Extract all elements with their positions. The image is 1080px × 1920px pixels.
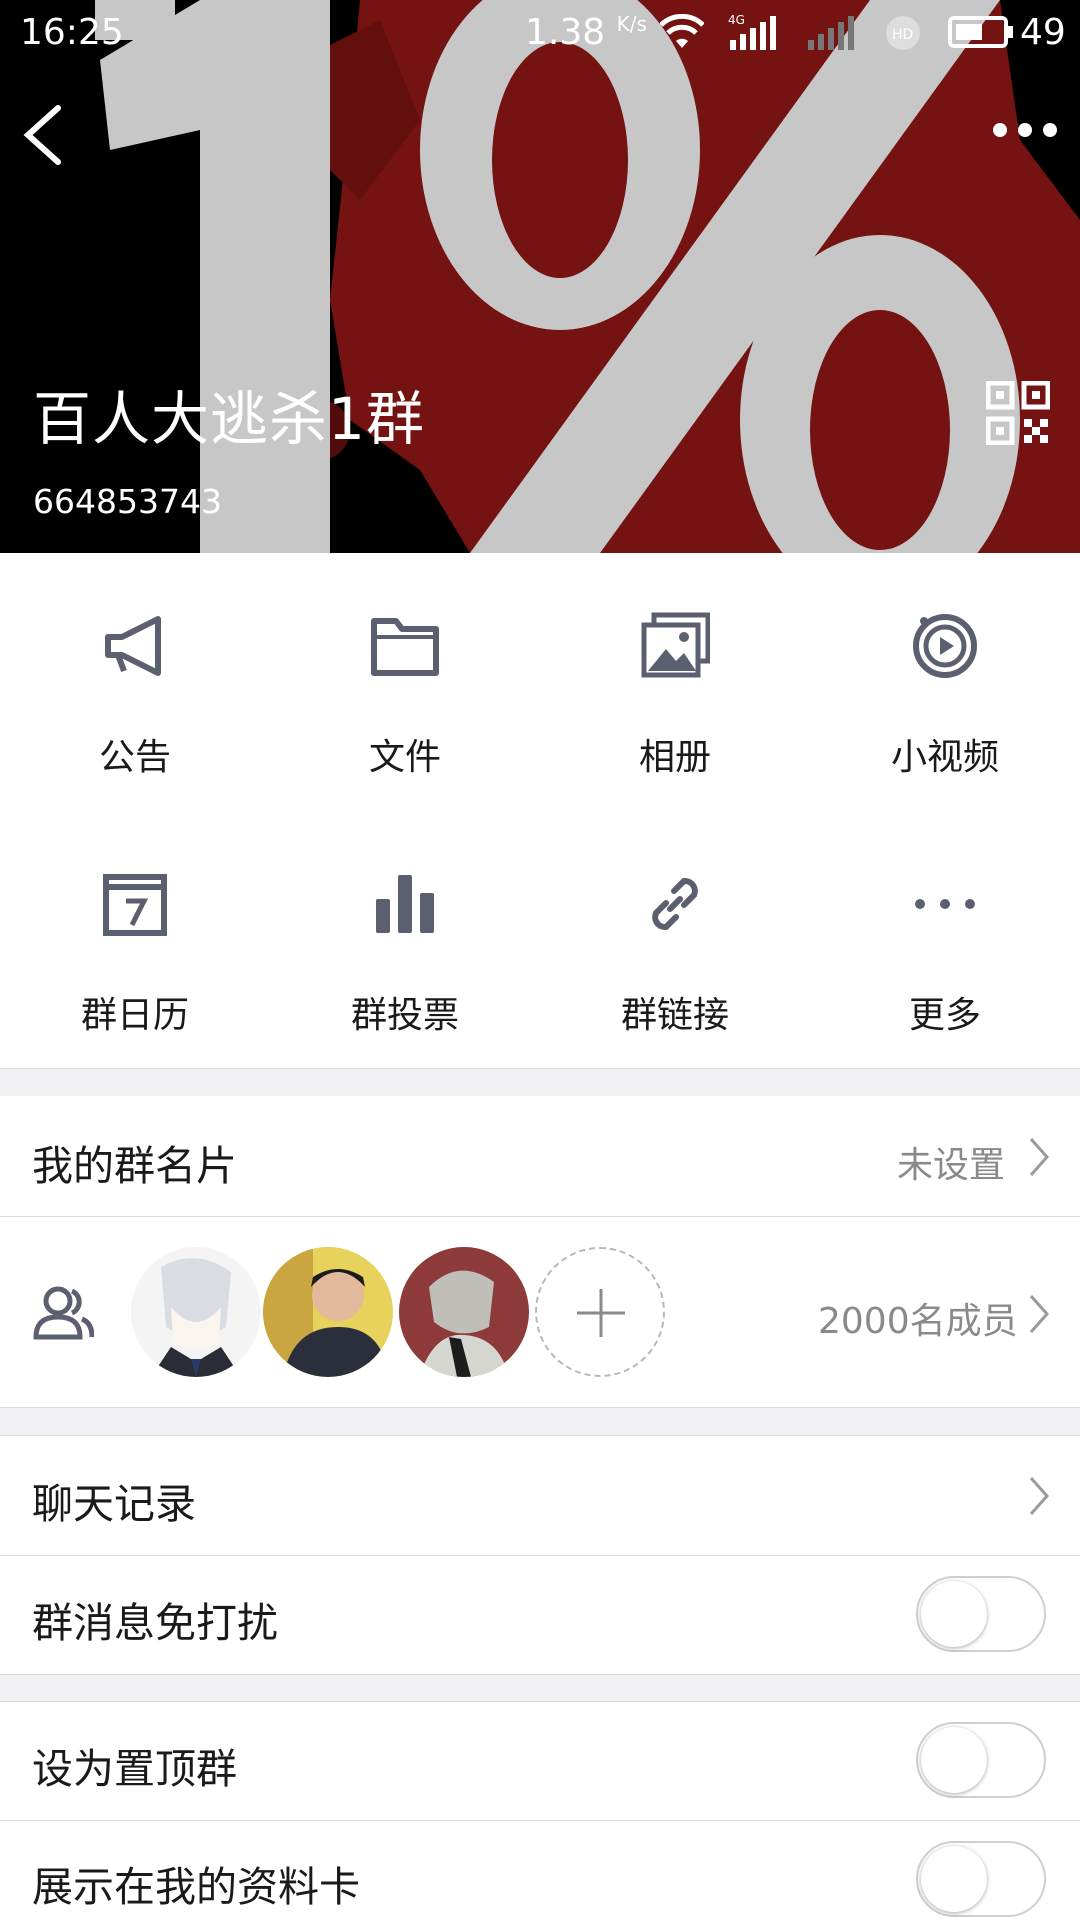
toggle-knob <box>921 1846 987 1912</box>
avatar[interactable] <box>131 1247 261 1377</box>
tool-label: 群日历 <box>80 995 189 1036</box>
more-dots-icon <box>915 899 975 909</box>
show-on-profile-label: 展示在我的资料卡 <box>32 1863 360 1911</box>
wifi-icon <box>660 14 704 48</box>
pin-top-toggle[interactable] <box>916 1722 1046 1798</box>
member-avatar-2 <box>263 1247 393 1377</box>
avatar[interactable] <box>399 1247 529 1377</box>
chevron-right-icon <box>1029 1138 1050 1176</box>
tool-label: 小视频 <box>890 737 999 778</box>
tool-files[interactable]: 文件 <box>270 553 540 778</box>
battery-level: 49 <box>1020 12 1066 53</box>
group-tools-grid: 公告 文件 相册 小视频 群日历 群投票 群链接 更多 <box>0 553 1080 1069</box>
tool-label: 群链接 <box>620 995 729 1036</box>
hd-icon: HD <box>886 16 920 50</box>
signal-empty-icon <box>808 16 854 50</box>
group-id: 664853743 <box>33 482 222 521</box>
mute-label: 群消息免打扰 <box>32 1599 278 1647</box>
group-cover-image <box>0 0 1080 553</box>
photo-album-icon <box>641 612 710 678</box>
members-icon <box>33 1286 94 1340</box>
group-header: 16:25 1.38 K/s 4G HD 49 百人大逃杀1群 66485374… <box>0 0 1080 553</box>
show-on-profile-row: 展示在我的资料卡 <box>0 1821 1080 1920</box>
folder-icon <box>371 618 439 676</box>
tool-short-video[interactable]: 小视频 <box>810 553 1080 778</box>
tool-label: 群投票 <box>350 995 459 1036</box>
chat-history-label: 聊天记录 <box>32 1480 196 1528</box>
member-avatar-3 <box>399 1247 529 1377</box>
add-member-button[interactable] <box>535 1247 665 1377</box>
pin-top-row: 设为置顶群 <box>0 1702 1080 1820</box>
qr-code-button[interactable] <box>985 380 1051 446</box>
divider <box>0 1674 1080 1675</box>
toggle-knob <box>921 1727 987 1793</box>
my-group-card-row[interactable]: 我的群名片 未设置 <box>0 1096 1080 1216</box>
calendar-icon <box>103 874 167 936</box>
mute-row: 群消息免打扰 <box>0 1556 1080 1674</box>
divider <box>0 1407 1080 1408</box>
more-button[interactable] <box>990 110 1060 150</box>
svg-text:HD: HD <box>892 27 913 43</box>
show-on-profile-toggle[interactable] <box>916 1841 1046 1917</box>
back-arrow-icon <box>23 105 61 165</box>
member-count: 2000名成员 <box>818 1301 1018 1342</box>
link-icon <box>652 878 698 930</box>
chevron-right-icon <box>1029 1477 1050 1515</box>
net-speed-value: 1.38 <box>525 12 606 53</box>
bar-chart-icon <box>376 875 434 933</box>
tool-album[interactable]: 相册 <box>540 553 810 778</box>
member-avatar-1 <box>131 1247 261 1377</box>
tool-label: 公告 <box>98 737 171 778</box>
my-group-card-value: 未设置 <box>897 1145 1006 1186</box>
tool-label: 相册 <box>638 737 711 778</box>
network-type-label: 4G <box>728 14 745 27</box>
tool-link[interactable]: 群链接 <box>540 811 810 1036</box>
chevron-right-icon <box>1029 1295 1050 1333</box>
net-speed: 1.38 K/s <box>525 12 647 53</box>
my-group-card-label: 我的群名片 <box>32 1142 237 1190</box>
status-time: 16:25 <box>20 12 124 53</box>
avatar[interactable] <box>263 1247 393 1377</box>
qr-code-icon <box>985 380 1051 446</box>
tool-more[interactable]: 更多 <box>810 811 1080 1036</box>
tool-label: 文件 <box>368 737 441 778</box>
battery-icon <box>948 16 1013 48</box>
pin-top-label: 设为置顶群 <box>32 1745 237 1793</box>
tool-vote[interactable]: 群投票 <box>270 811 540 1036</box>
signal-4g-icon: 4G <box>728 14 776 50</box>
status-bar: 16:25 1.38 K/s 4G HD 49 <box>0 0 1080 66</box>
net-speed-unit: K/s <box>616 12 647 36</box>
more-dots-icon <box>993 123 1057 137</box>
megaphone-icon <box>105 616 161 676</box>
chat-history-row[interactable]: 聊天记录 <box>0 1436 1080 1555</box>
tool-announcement[interactable]: 公告 <box>0 553 270 778</box>
toggle-knob <box>921 1581 987 1647</box>
plus-icon <box>577 1289 625 1337</box>
back-button[interactable] <box>18 100 78 170</box>
mute-toggle[interactable] <box>916 1576 1046 1652</box>
group-name: 百人大逃杀1群 <box>33 385 425 453</box>
tool-label: 更多 <box>908 995 981 1036</box>
video-play-icon <box>913 614 977 678</box>
tool-calendar[interactable]: 群日历 <box>0 811 270 1036</box>
